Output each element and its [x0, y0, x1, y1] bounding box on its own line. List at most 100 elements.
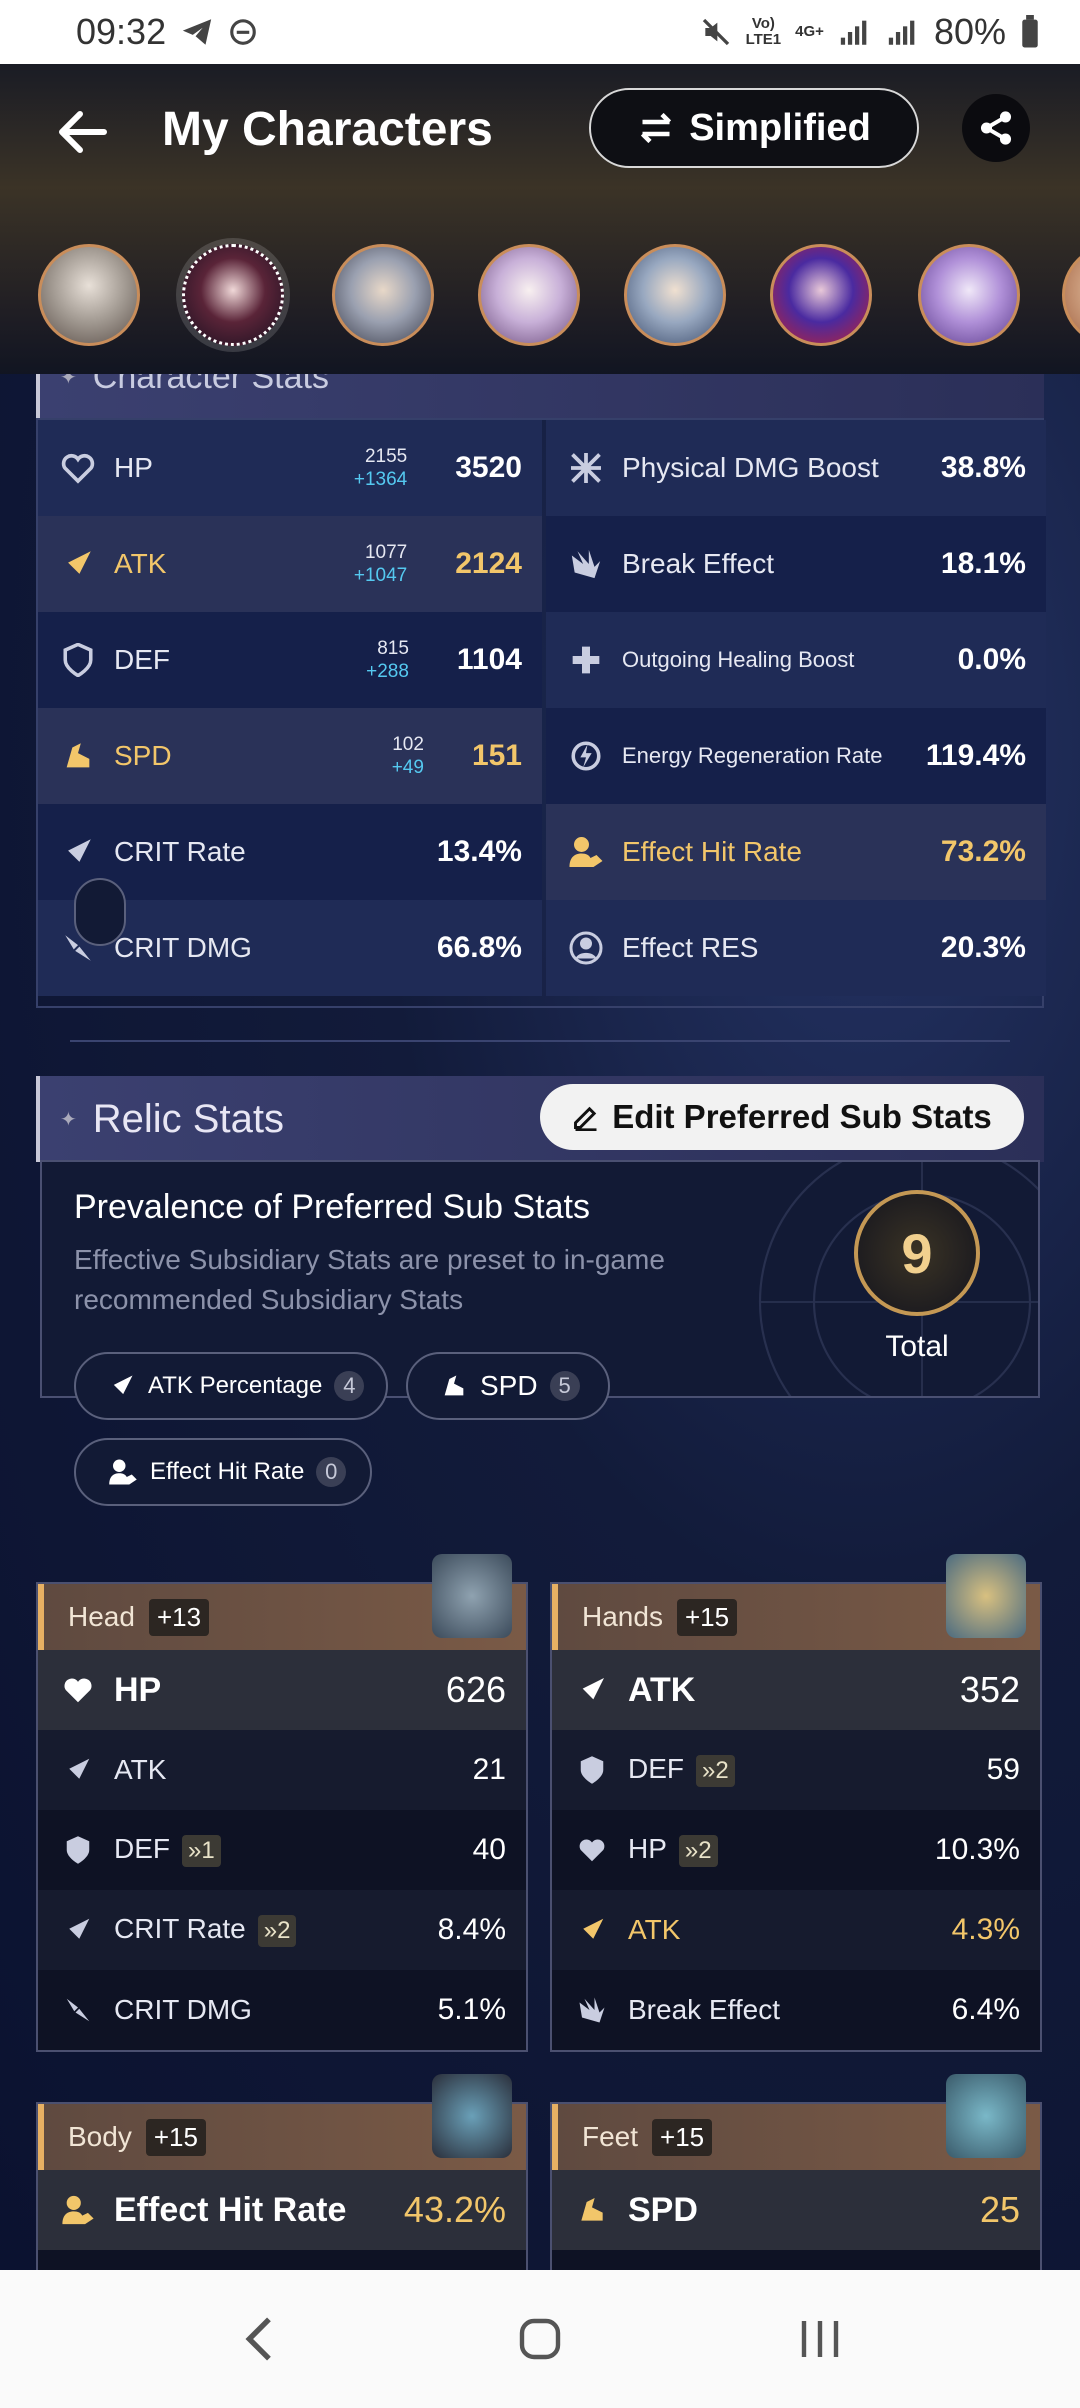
signal-icon [840, 20, 867, 45]
stat-row-physical-dmg: Physical DMG Boost 38.8% [546, 420, 1046, 516]
relic-card-body[interactable]: Body +15 Effect Hit Rate 43.2% [36, 2074, 528, 2270]
share-icon [980, 111, 1012, 145]
stat-row-healing: Outgoing Healing Boost 0.0% [546, 612, 1046, 708]
recents-icon [801, 2321, 839, 2357]
character-stats-header: ✦ Character Stats [36, 374, 1044, 420]
system-nav-bar [0, 2270, 1080, 2408]
character-avatar-selected[interactable] [182, 244, 284, 346]
atk-sword-icon [58, 1750, 98, 1790]
stat-row-break-effect: Break Effect 18.1% [546, 516, 1046, 612]
edit-preferred-sub-stats-button[interactable]: Edit Preferred Sub Stats [540, 1084, 1024, 1150]
character-selector [0, 234, 1080, 354]
roll-badge: »2 [678, 1835, 718, 1867]
simplified-label: Simplified [689, 106, 871, 149]
break-effect-icon [566, 544, 606, 584]
star-icon: ✦ [60, 374, 77, 389]
prevalence-title: Prevalence of Preferred Sub Stats [74, 1188, 590, 1226]
battery-icon [1022, 15, 1038, 48]
simplified-toggle-button[interactable]: Simplified [589, 88, 919, 168]
stat-row-spd: SPD 102 +49 151 [38, 708, 542, 804]
do-not-disturb-icon [230, 19, 256, 45]
chevron-left-icon [245, 2317, 271, 2361]
relic-main-stat: Effect Hit Rate 43.2% [38, 2170, 526, 2250]
stat-row-effect-res: Effect RES 20.3% [546, 900, 1046, 996]
def-shield-icon [58, 640, 98, 680]
status-time: 09:32 [76, 11, 167, 52]
section-title: Character Stats [92, 374, 329, 396]
relic-hands-image [946, 1554, 1026, 1638]
chip-spd[interactable]: SPD 5 [406, 1352, 610, 1420]
character-avatar[interactable] [624, 244, 726, 346]
spd-boot-icon [444, 1375, 464, 1396]
stat-row-hp: HP 2155 +1364 3520 [38, 420, 542, 516]
chip-effect-hit-rate[interactable]: Effect Hit Rate 0 [74, 1438, 372, 1506]
effect-hit-rate-icon [109, 1459, 137, 1485]
battery-percent: 80% [933, 11, 1006, 52]
relic-sub-stat: CRIT Rate »2 8.4% [38, 1890, 526, 1970]
spd-boot-icon [58, 736, 98, 776]
atk-sword-icon [572, 1910, 612, 1950]
healing-cross-icon [566, 640, 606, 680]
relic-main-stat: SPD 25 [552, 2170, 1040, 2250]
signal-icon-2 [888, 20, 915, 45]
crit-rate-icon [58, 832, 98, 872]
relic-feet-image [946, 2074, 1026, 2158]
content-area[interactable]: ✦ Character Stats HP 2155 +1364 3520 ATK … [0, 374, 1080, 2270]
effect-hit-rate-icon [58, 2190, 98, 2230]
crit-dmg-icon [58, 1990, 98, 2030]
telegram-icon [182, 19, 212, 45]
relic-sub-stat: Break Effect 6.4% [552, 1970, 1040, 2050]
hp-heart-icon [58, 448, 98, 488]
header: My Characters Simplified [0, 64, 1080, 374]
nav-recents-button[interactable] [780, 2299, 860, 2379]
relic-level: +13 [148, 1598, 210, 1636]
relic-head-image [432, 1554, 512, 1638]
hp-heart-icon [58, 1670, 98, 1710]
crit-rate-icon [58, 1910, 98, 1950]
relic-sub-stat: CRIT DMG 5.1% [38, 1970, 526, 2050]
relic-card-head[interactable]: Head +13 HP 626 ATK 21 DEF »1 40 CRIT Rat… [36, 1554, 528, 2052]
back-arrow-icon [59, 111, 107, 153]
atk-sword-icon [58, 544, 98, 584]
mute-icon [702, 18, 729, 46]
nav-back-button[interactable] [220, 2299, 300, 2379]
relic-sub-stat: ATK 21 [38, 1730, 526, 1810]
back-button[interactable] [52, 102, 112, 162]
physical-dmg-icon [566, 448, 606, 488]
relic-level: +15 [676, 1598, 738, 1636]
roll-badge: »2 [696, 1755, 735, 1787]
relic-card-hands[interactable]: Hands +15 ATK 352 DEF »2 59 HP »2 10.3% AT… [550, 1554, 1042, 2052]
nav-home-button[interactable] [500, 2299, 580, 2379]
def-shield-icon [572, 1750, 612, 1790]
character-avatar[interactable] [478, 244, 580, 346]
star-icon: ✦ [60, 1108, 77, 1131]
chip-atk-percentage[interactable] [74, 878, 126, 946]
total-label: Total [885, 1330, 949, 1363]
character-avatar[interactable] [1062, 244, 1080, 346]
relic-sub-stat: DEF »2 59 [552, 1730, 1040, 1810]
section-title: Relic Stats [92, 1096, 284, 1141]
stat-row-energy-regen: Energy Regeneration Rate 119.4% [546, 708, 1046, 804]
roll-badge: »1 [182, 1835, 221, 1867]
relic-level: +15 [145, 2118, 206, 2156]
divider [70, 1040, 1010, 1042]
share-button[interactable] [962, 94, 1030, 162]
relic-sub-stat: ATK 4.3% [552, 1890, 1040, 1970]
character-avatar[interactable] [770, 244, 872, 346]
relic-sub-stat: DEF »1 40 [38, 1810, 526, 1890]
roll-badge: »2 [257, 1915, 297, 1947]
home-icon [519, 2318, 561, 2360]
relic-body-image [432, 2074, 512, 2158]
relic-card-feet[interactable]: Feet +15 SPD 25 [550, 2074, 1042, 2270]
def-shield-icon [58, 1830, 98, 1870]
character-avatar[interactable] [38, 244, 140, 346]
character-avatar[interactable] [918, 244, 1020, 346]
effect-hit-rate-icon [566, 832, 606, 872]
status-bar: 09:32 Vo) LTE1 4G+ 80% [0, 0, 1080, 64]
spd-boot-icon [572, 2190, 612, 2230]
chip-atk-percentage[interactable]: ATK Percentage 4 [74, 1352, 388, 1420]
total-score: 9 [854, 1190, 980, 1316]
atk-sword-icon [111, 1375, 133, 1397]
stat-row-def: DEF 815 +288 1104 [38, 612, 542, 708]
character-avatar[interactable] [332, 244, 434, 346]
